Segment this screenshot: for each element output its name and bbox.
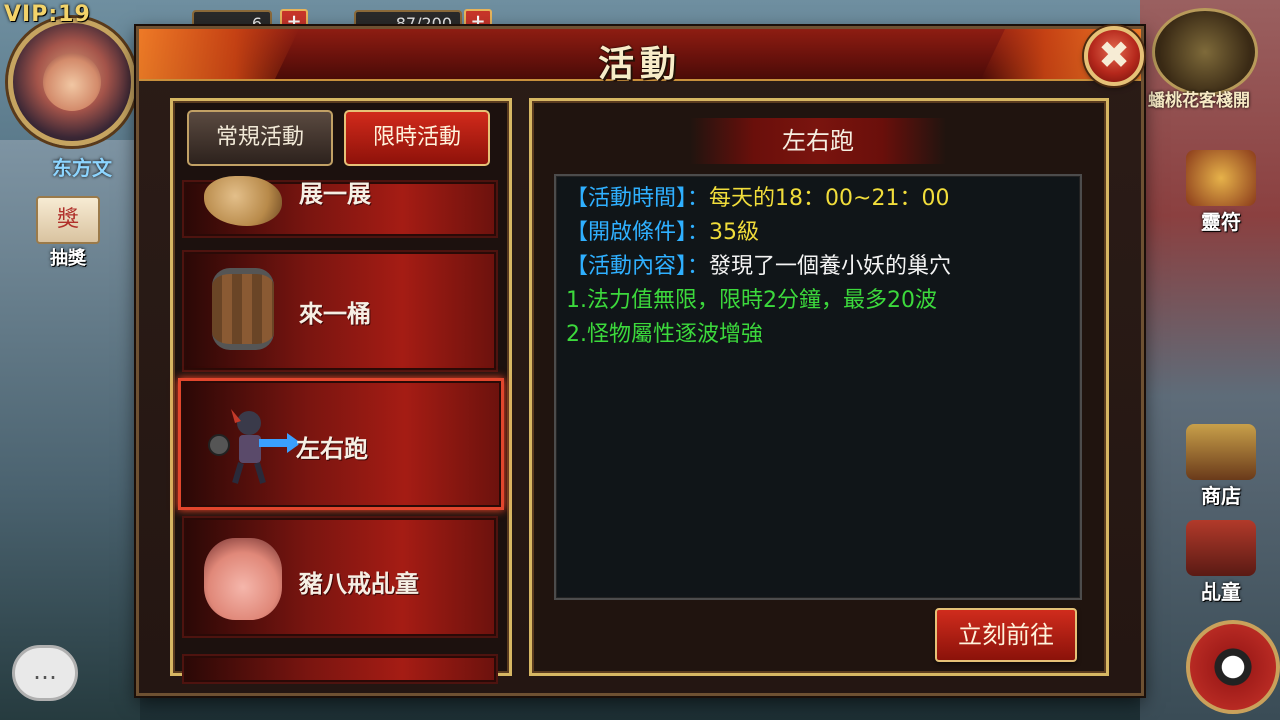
close-button[interactable]: ✖ — [1084, 26, 1144, 86]
detail-value: 每天的18：00~21：00 — [709, 186, 950, 211]
go-now-button[interactable]: 立刻前往 — [935, 608, 1077, 662]
barrel-icon — [212, 268, 274, 350]
shop-label: 商店 — [1201, 484, 1241, 508]
detail-key: 【活動內容】 — [566, 254, 688, 279]
detail-value: 發現了一個養小妖的巢穴 — [709, 254, 952, 279]
list-item-label: 展一展 — [299, 180, 371, 208]
tongji-icon — [1186, 520, 1256, 576]
player-name: 东方文 — [52, 156, 112, 180]
detail-note-1: 1.法力值無限，限時2分鐘，最多20波 — [566, 288, 937, 313]
rock-pile-icon — [204, 176, 282, 226]
shop-button[interactable]: 商店 — [1178, 424, 1264, 509]
list-item-label: 豬八戒乩童 — [299, 570, 419, 598]
detail-description-box: 【活動時間】：每天的18：00~21：00 【開啟條件】：35級 【活動內容】：… — [554, 174, 1082, 600]
detail-value: 35級 — [709, 220, 760, 245]
detail-key: 【活動時間】 — [566, 186, 688, 211]
lottery-label: 抽獎 — [50, 248, 86, 269]
shop-icon — [1186, 424, 1256, 480]
detail-line-condition: 【開啟條件】：35級 — [566, 216, 1070, 250]
runner-icon — [201, 401, 301, 484]
list-item-label: 左右跑 — [296, 435, 368, 463]
chat-bubble-icon[interactable]: … — [12, 645, 78, 701]
detail-note-2: 2.怪物屬性逐波增強 — [566, 322, 763, 347]
detail-sep: ： — [687, 254, 710, 279]
tongji-label: 乩童 — [1201, 580, 1241, 604]
detail-line-time: 【活動時間】：每天的18：00~21：00 — [566, 182, 1070, 216]
tab-regular-activities[interactable]: 常規活動 — [187, 110, 333, 166]
list-item-run[interactable]: 左右跑 — [178, 378, 504, 510]
dialog-title: 活動 — [597, 43, 682, 85]
dialog-header: 活動 — [139, 29, 1141, 85]
close-icon: ✖ — [1098, 33, 1130, 77]
lottery-icon: 獎 — [36, 196, 100, 244]
list-item-label: 來一桶 — [299, 300, 371, 328]
detail-sep: ： — [687, 186, 710, 211]
list-item-pig[interactable]: 豬八戒乩童 — [182, 516, 498, 638]
list-item-barrel[interactable]: 來一桶 — [182, 250, 498, 372]
talisman-button[interactable]: 靈符 — [1178, 150, 1264, 235]
runner-graphic — [208, 409, 301, 484]
detail-sep: ： — [687, 220, 710, 245]
talisman-icon — [1186, 150, 1256, 206]
event-orb-icon[interactable] — [1152, 8, 1258, 96]
list-item-zhan[interactable]: 展一展 — [182, 176, 498, 238]
pig-face-icon — [204, 538, 282, 620]
list-item-partial[interactable] — [182, 654, 498, 684]
event-banner: 蟠桃花客棧開 — [1148, 91, 1250, 111]
taiji-menu-icon[interactable] — [1186, 620, 1280, 714]
detail-title: 左右跑 — [782, 127, 854, 155]
detail-line-content: 【活動內容】：發現了一個養小妖的巢穴 — [566, 250, 1070, 284]
detail-key: 【開啟條件】 — [566, 220, 688, 245]
tongji-button[interactable]: 乩童 — [1178, 520, 1264, 605]
player-avatar[interactable] — [8, 18, 136, 146]
vip-level: VIP:19 — [4, 2, 91, 27]
lottery-button[interactable]: 獎 抽獎 — [36, 196, 100, 272]
avatar-face — [43, 53, 101, 111]
talisman-label: 靈符 — [1201, 210, 1241, 234]
tab-limited-activities[interactable]: 限時活動 — [344, 110, 490, 166]
